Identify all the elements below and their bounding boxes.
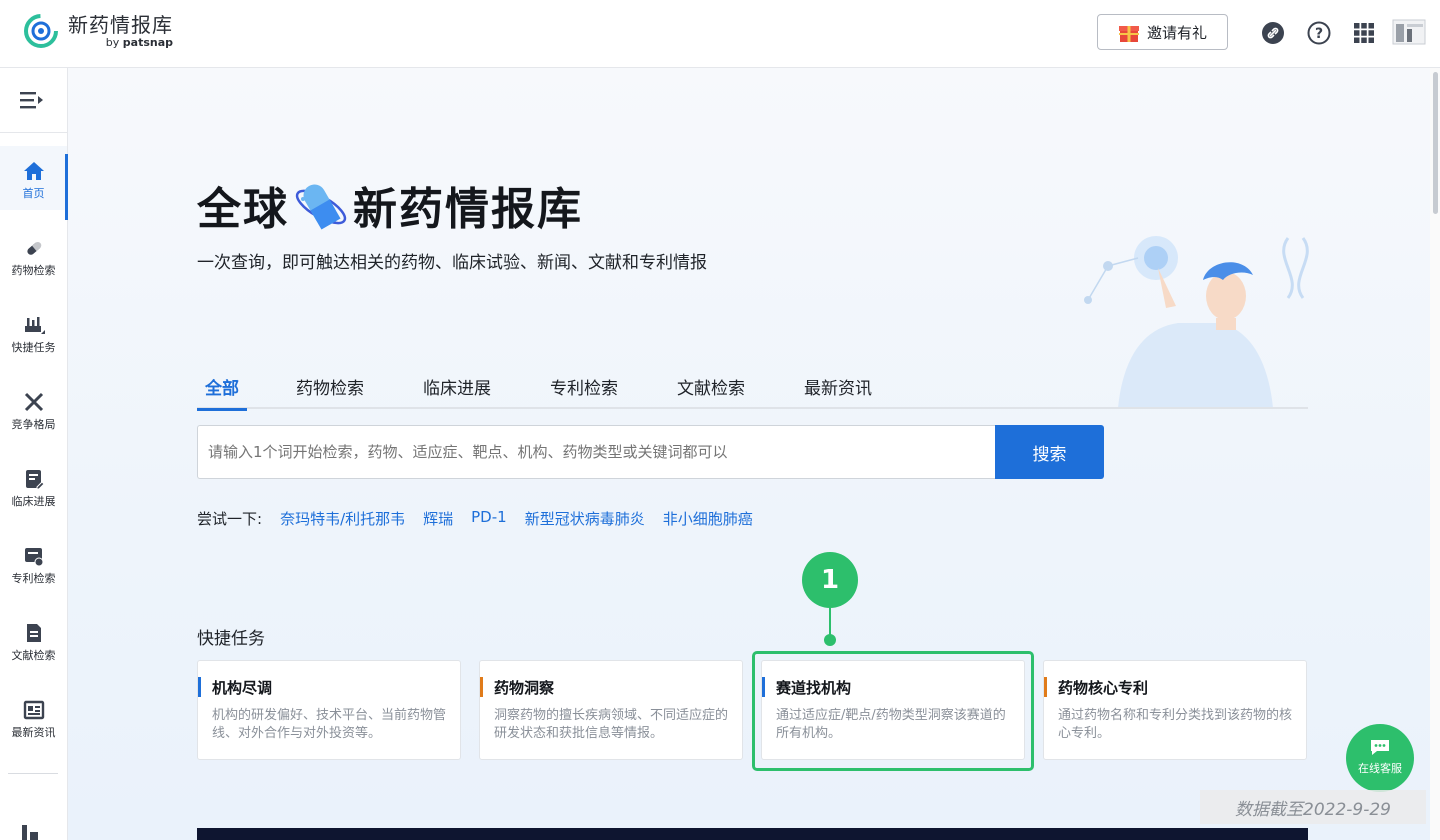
suggestion-link[interactable]: 新型冠状病毒肺炎 xyxy=(525,508,645,529)
capsule-icon xyxy=(295,184,347,230)
card-accent-bar xyxy=(480,677,483,697)
news-icon xyxy=(23,700,44,720)
sidebar-item-label: 快捷任务 xyxy=(11,341,56,354)
logo-byline: by patsnap xyxy=(68,36,173,49)
card-title: 机构尽调 xyxy=(212,679,273,697)
logo-brand: patsnap xyxy=(122,36,173,49)
sidebar-item-label: 最新资讯 xyxy=(11,726,56,739)
card-title: 药物洞察 xyxy=(494,679,555,697)
logo-icon xyxy=(24,14,58,48)
tab-clinical[interactable]: 临床进展 xyxy=(423,374,491,408)
invite-label: 邀请有礼 xyxy=(1146,23,1207,42)
pill-icon xyxy=(26,240,43,255)
suggestion-link[interactable]: 辉瑞 xyxy=(423,508,453,529)
tab-news[interactable]: 最新资讯 xyxy=(804,374,872,408)
collapse-icon[interactable] xyxy=(21,824,41,840)
hero-subtitle: 一次查询，即可触达相关的药物、临床试验、新闻、文献和专利情报 xyxy=(197,253,707,273)
banner-preview xyxy=(197,828,1308,840)
search-input[interactable] xyxy=(197,425,995,479)
sidebar-item-label: 专利检索 xyxy=(11,572,56,585)
home-icon xyxy=(23,162,44,180)
card-description: 通过药物名称和专利分类找到该药物的核心专利。 xyxy=(1058,708,1293,741)
hero-title-left: 全球 xyxy=(197,184,289,235)
hero-title: 全球 新药情报库 xyxy=(197,173,583,237)
annotation-dot xyxy=(824,634,836,646)
card-accent-bar xyxy=(1044,677,1047,697)
sidebar-item-drug-search[interactable]: 药物检索 xyxy=(0,223,67,287)
apps-grid-icon[interactable] xyxy=(1352,21,1376,45)
sidebar-item-patent[interactable]: 专利检索 xyxy=(0,531,67,595)
chat-bubble-icon xyxy=(1371,740,1389,755)
quick-task-card[interactable]: 药物洞察 洞察药物的擅长疾病领域、不同适应症的研发状态和获批信息等情报。 xyxy=(479,660,743,760)
page-scrollbar[interactable] xyxy=(1430,68,1440,840)
scrollbar-thumb[interactable] xyxy=(1433,72,1438,214)
annotation-badge: 1 xyxy=(802,552,858,608)
menu-toggle-icon[interactable] xyxy=(19,90,45,110)
card-description: 机构的研发偏好、技术平台、当前药物管线、对外合作与对外投资等。 xyxy=(212,708,447,741)
quick-task-card[interactable]: 机构尽调 机构的研发偏好、技术平台、当前药物管线、对外合作与对外投资等。 xyxy=(197,660,461,760)
data-date-stamp: 数据截至2022-9-29 xyxy=(1200,790,1426,824)
card-title: 药物核心专利 xyxy=(1058,679,1149,697)
highlight-box xyxy=(752,651,1034,771)
user-avatar[interactable] xyxy=(1392,18,1426,46)
logo-by: by xyxy=(105,36,120,49)
sidebar-item-label: 首页 xyxy=(22,187,45,200)
sidebar-item-label: 临床进展 xyxy=(11,495,56,508)
search-tabs: 全部 药物检索 临床进展 专利检索 文献检索 最新资讯 xyxy=(197,368,1308,411)
suggestion-link[interactable]: 奈玛特韦/利托那韦 xyxy=(280,508,405,529)
help-icon[interactable]: ? xyxy=(1307,21,1331,45)
suggestion-link[interactable]: 非小细胞肺癌 xyxy=(663,508,753,529)
quick-task-card[interactable]: 药物核心专利 通过药物名称和专利分类找到该药物的核心专利。 xyxy=(1043,660,1307,760)
sidebar-item-competition[interactable]: 竞争格局 xyxy=(0,377,67,441)
sidebar-divider xyxy=(0,132,67,133)
app-logo[interactable]: 新药情报库 by patsnap xyxy=(22,12,173,50)
svg-text:?: ? xyxy=(1315,26,1323,42)
logo-title: 新药情报库 xyxy=(68,13,173,37)
patent-icon xyxy=(24,548,43,567)
swords-icon xyxy=(24,392,43,412)
online-support-button[interactable]: 在线客服 xyxy=(1346,724,1414,792)
gift-icon xyxy=(1118,26,1139,42)
sidebar-item-literature[interactable]: 文献检索 xyxy=(0,608,67,672)
invite-button[interactable]: 邀请有礼 xyxy=(1097,14,1228,50)
search-button[interactable]: 搜索 xyxy=(995,425,1104,479)
sidebar-item-quick-tasks[interactable]: 快捷任务 xyxy=(0,300,67,364)
card-accent-bar xyxy=(198,677,201,697)
sidebar-item-label: 药物检索 xyxy=(11,264,56,277)
sidebar: 首页 药物检索 快捷任务 竞争格局 临床进展 专利检索 文献检索 最新资讯 xyxy=(0,68,68,840)
try-suggestions: 尝试一下: 奈玛特韦/利托那韦 辉瑞 PD-1 新型冠状病毒肺炎 非小细胞肺癌 xyxy=(197,508,753,529)
suggestion-link[interactable]: PD-1 xyxy=(471,508,507,529)
card-description: 洞察药物的擅长疾病领域、不同适应症的研发状态和获批信息等情报。 xyxy=(494,708,729,741)
chat-label: 在线客服 xyxy=(1358,762,1402,775)
tab-literature[interactable]: 文献检索 xyxy=(677,374,745,408)
document-icon xyxy=(26,624,41,642)
sidebar-divider xyxy=(8,773,58,774)
sidebar-item-news[interactable]: 最新资讯 xyxy=(0,685,67,749)
tab-all[interactable]: 全部 xyxy=(197,374,247,411)
task-icon xyxy=(24,317,45,334)
clinical-icon xyxy=(25,470,45,490)
hero-title-right: 新药情报库 xyxy=(353,184,583,235)
sidebar-item-label: 文献检索 xyxy=(11,649,56,662)
quick-tasks-title: 快捷任务 xyxy=(197,629,265,649)
sidebar-item-clinical[interactable]: 临床进展 xyxy=(0,454,67,518)
main-content: 全球 新药情报库 一次查询，即可触达相关的药物、临床试验、新闻、文献和专利情报 … xyxy=(68,68,1430,840)
sidebar-item-label: 竞争格局 xyxy=(11,418,56,431)
link-icon[interactable] xyxy=(1261,21,1285,45)
tab-patent[interactable]: 专利检索 xyxy=(550,374,618,408)
tab-drug-search[interactable]: 药物检索 xyxy=(296,374,364,408)
sidebar-item-home[interactable]: 首页 xyxy=(0,146,68,220)
try-label: 尝试一下: xyxy=(197,510,263,528)
top-header: 新药情报库 by patsnap 邀请有礼 ? xyxy=(0,0,1440,68)
